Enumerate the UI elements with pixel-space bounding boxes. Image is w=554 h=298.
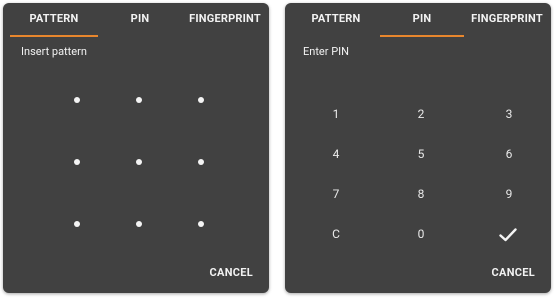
pattern-dot-6[interactable] bbox=[198, 159, 204, 165]
pattern-dot-1[interactable] bbox=[74, 97, 80, 103]
pattern-prompt: Insert pattern bbox=[21, 45, 87, 58]
key-3[interactable]: 3 bbox=[479, 99, 539, 129]
key-9[interactable]: 9 bbox=[479, 179, 539, 209]
key-clear[interactable]: C bbox=[306, 219, 366, 249]
key-5[interactable]: 5 bbox=[391, 139, 451, 169]
cancel-button[interactable]: CANCEL bbox=[210, 266, 254, 279]
key-7[interactable]: 7 bbox=[306, 179, 366, 209]
key-6[interactable]: 6 bbox=[479, 139, 539, 169]
key-2[interactable]: 2 bbox=[391, 99, 451, 129]
tab-fingerprint[interactable]: FINGERPRINT bbox=[464, 3, 550, 35]
tab-pattern[interactable]: PATTERN bbox=[292, 3, 380, 35]
pin-prompt: Enter PIN bbox=[303, 45, 349, 58]
pattern-dot-2[interactable] bbox=[136, 97, 142, 103]
pattern-dot-3[interactable] bbox=[198, 97, 204, 103]
key-4[interactable]: 4 bbox=[306, 139, 366, 169]
pattern-unlock-dialog: PATTERN PIN FINGERPRINT Insert pattern C… bbox=[3, 3, 269, 293]
tab-fingerprint[interactable]: FINGERPRINT bbox=[182, 3, 268, 35]
pattern-dot-8[interactable] bbox=[136, 221, 142, 227]
tab-pattern[interactable]: PATTERN bbox=[10, 3, 98, 37]
pattern-dot-5[interactable] bbox=[136, 159, 142, 165]
key-8[interactable]: 8 bbox=[391, 179, 451, 209]
tab-pin[interactable]: PIN bbox=[98, 3, 182, 35]
tab-pin[interactable]: PIN bbox=[380, 3, 464, 37]
checkmark-icon bbox=[499, 228, 517, 242]
pattern-dot-9[interactable] bbox=[198, 221, 204, 227]
pattern-dot-4[interactable] bbox=[74, 159, 80, 165]
tab-bar: PATTERN PIN FINGERPRINT bbox=[285, 3, 551, 37]
key-0[interactable]: 0 bbox=[391, 219, 451, 249]
key-1[interactable]: 1 bbox=[306, 99, 366, 129]
pattern-dot-7[interactable] bbox=[74, 221, 80, 227]
pin-unlock-dialog: PATTERN PIN FINGERPRINT Enter PIN 1 2 3 … bbox=[285, 3, 551, 293]
tab-bar: PATTERN PIN FINGERPRINT bbox=[3, 3, 269, 37]
confirm-button[interactable] bbox=[499, 227, 517, 246]
cancel-button[interactable]: CANCEL bbox=[492, 266, 536, 279]
